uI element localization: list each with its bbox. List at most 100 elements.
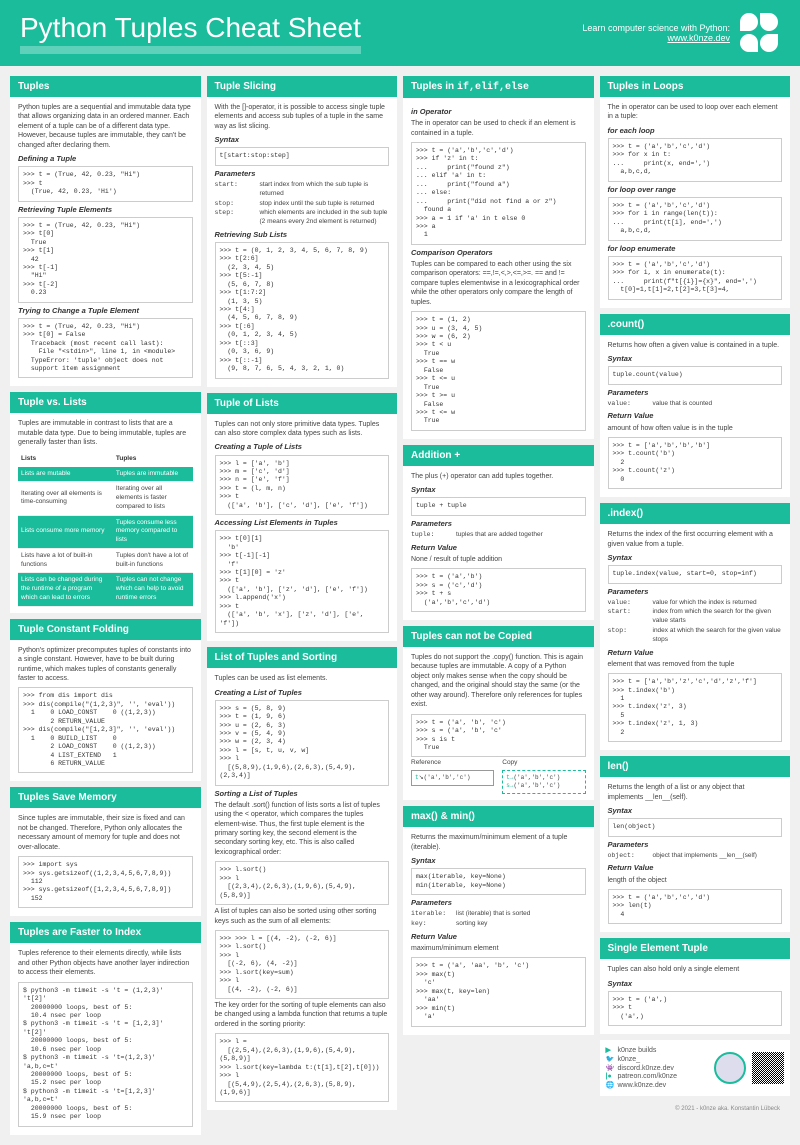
- code-block: >>> t = ('a','b','c','d') >>> if 'z' in …: [411, 142, 586, 245]
- content: Tuples Python tuples are a sequential an…: [0, 66, 800, 1145]
- card-if-elif-else: Tuples in if,elif,else in Operator The i…: [403, 76, 594, 439]
- desc: Returns the index of the first occurring…: [608, 530, 783, 549]
- desc: amount of how often value is in the tupl…: [608, 424, 783, 433]
- column-4: Tuples in Loops The in operator can be u…: [600, 76, 791, 1135]
- subtitle: Return Value: [608, 863, 783, 873]
- code-block: >>> l.sort() >>> l [(2,3,4),(2,6,3),(1,9…: [215, 861, 390, 905]
- card-single-element: Single Element Tuple Tuples can also hol…: [600, 938, 791, 1034]
- code-block: tuple.count(value): [608, 366, 783, 384]
- code-block: >>> t = (0, 1, 2, 3, 4, 5, 6, 7, 8, 9) >…: [215, 242, 390, 379]
- card-tuple-vs-lists: Tuple vs. Lists Tuples are immutable in …: [10, 392, 201, 612]
- subtitle: Parameters: [608, 388, 783, 398]
- site-link[interactable]: www.k0nze.dev: [667, 33, 730, 43]
- card-heading: Tuples are Faster to Index: [10, 922, 201, 943]
- code-block: len(object): [608, 818, 783, 836]
- desc: Tuples do not support the .copy() functi…: [411, 653, 586, 710]
- card-count: .count() Returns how often a given value…: [600, 314, 791, 498]
- code-block: >>> t = (True, 42, 0.23, "Hi") >>> t (Tr…: [18, 166, 193, 201]
- params: start:start index from which the sub tup…: [215, 181, 390, 227]
- card-heading: Tuples in Loops: [600, 76, 791, 97]
- desc: The in operator can be used to loop over…: [608, 103, 783, 122]
- card-tuple-of-lists: Tuple of Lists Tuples can not only store…: [207, 393, 398, 642]
- column-2: Tuple Slicing With the []-operator, it i…: [207, 76, 398, 1135]
- desc: A list of tuples can also be sorted usin…: [215, 907, 390, 926]
- desc: The key order for the sorting of tuple e…: [215, 1001, 390, 1029]
- subtitle: Retrieving Sub Lists: [215, 230, 390, 240]
- code-block: >>> t = ['a','b','z','c','d','z','f'] >>…: [608, 673, 783, 742]
- copyright: © 2021 - k0nze aka. Konstantin Lübeck: [600, 1106, 791, 1112]
- subtitle: Parameters: [411, 898, 586, 908]
- card-constant-folding: Tuple Constant Folding Python's optimize…: [10, 619, 201, 782]
- code-block: >>> from dis import dis >>> dis(compile(…: [18, 687, 193, 773]
- header: Python Tuples Cheat Sheet Learn computer…: [0, 0, 800, 66]
- card-heading: Tuple of Lists: [207, 393, 398, 414]
- card-heading: Tuples Save Memory: [10, 787, 201, 808]
- card-heading: Tuples in if,elif,else: [403, 76, 594, 98]
- qr-code-icon: [752, 1052, 784, 1084]
- subtitle: for loop enumerate: [608, 244, 783, 254]
- subtitle: Parameters: [608, 587, 783, 597]
- patreon-icon: |●: [606, 1073, 618, 1080]
- card-heading: .index(): [600, 503, 791, 524]
- subtitle: Syntax: [608, 806, 783, 816]
- ref-copy-diagram: Reference t↘('a','b','c') Copy t→('a','b…: [411, 759, 586, 794]
- desc: Returns the length of a list or any obje…: [608, 783, 783, 802]
- avatar-icon: [714, 1052, 746, 1084]
- footer-card: ▶k0nze builds 🐦k0nze_ 👾discord.k0nze.dev…: [600, 1040, 791, 1096]
- card-heading: Tuple Slicing: [207, 76, 398, 97]
- desc: Python tuples are a sequential and immut…: [18, 103, 193, 150]
- card-heading: len(): [600, 756, 791, 777]
- subtitle: Syntax: [608, 553, 783, 563]
- code-block: >>> t = ('a','b','c','d') >>> for x in t…: [608, 138, 783, 182]
- subtitle: Parameters: [411, 519, 586, 529]
- code-block: >>> >>> l = [(4, -2), (-2, 6)] >>> l.sor…: [215, 930, 390, 999]
- card-max-min: max() & min() Returns the maximum/minimu…: [403, 806, 594, 1034]
- code-block: t[start:stop:step]: [215, 147, 390, 165]
- subtitle: Return Value: [608, 648, 783, 658]
- subtitle: Parameters: [215, 169, 390, 179]
- comparison-table: ListsTuples Lists are mutableTuples are …: [18, 452, 193, 607]
- card-save-memory: Tuples Save Memory Since tuples are immu…: [10, 787, 201, 916]
- python-logo-icon: [740, 13, 780, 53]
- card-cannot-copy: Tuples can not be Copied Tuples do not s…: [403, 626, 594, 800]
- code-block: >>> t = (True, 42, 0.23, "Hi") >>> t[0] …: [18, 217, 193, 303]
- desc: Tuples can be used as list elements.: [215, 674, 390, 683]
- desc: The plus (+) operator can add tuples tog…: [411, 472, 586, 481]
- desc: Tuples can be compared to each other usi…: [411, 260, 586, 307]
- youtube-icon: ▶: [606, 1046, 618, 1054]
- card-tuple-slicing: Tuple Slicing With the []-operator, it i…: [207, 76, 398, 387]
- desc: None / result of tuple addition: [411, 555, 586, 564]
- code-block: >>> l = [(2,5,4),(2,6,3),(1,9,6),(5,4,9)…: [215, 1033, 390, 1102]
- subtitle: Sorting a List of Tuples: [215, 789, 390, 799]
- twitter-icon: 🐦: [606, 1055, 618, 1063]
- desc: Tuples are immutable in contrast to list…: [18, 419, 193, 447]
- code-block: >>> t = ('a', 'aa', 'b', 'c') >>> max(t)…: [411, 957, 586, 1026]
- subtitle: in Operator: [411, 107, 586, 117]
- subtitle: Retrieving Tuple Elements: [18, 205, 193, 215]
- desc: Returns the maximum/minimum element of a…: [411, 833, 586, 852]
- card-heading: .count(): [600, 314, 791, 335]
- card-heading: Tuples can not be Copied: [403, 626, 594, 647]
- subtitle: Creating a Tuple of Lists: [215, 442, 390, 452]
- desc: length of the object: [608, 876, 783, 885]
- code-block: >>> t = ('a','b','c','d') >>> for i, x i…: [608, 256, 783, 300]
- code-block: >>> t = ('a','b','c','d') >>> for i in r…: [608, 197, 783, 241]
- subtitle: Accessing List Elements in Tuples: [215, 518, 390, 528]
- subtitle: Defining a Tuple: [18, 154, 193, 164]
- code-block: >>> t = (1, 2) >>> u = (3, 4, 5) >>> w =…: [411, 311, 586, 431]
- subtitle: Comparison Operators: [411, 248, 586, 258]
- subtitle: Parameters: [608, 840, 783, 850]
- desc: Tuples can also hold only a single eleme…: [608, 965, 783, 974]
- code-block: >>> t = ['a','b','b','b'] >>> t.count('b…: [608, 437, 783, 489]
- desc: Tuples reference to their elements direc…: [18, 949, 193, 977]
- desc: maximum/minimum element: [411, 944, 586, 953]
- desc: With the []-operator, it is possible to …: [215, 103, 390, 131]
- desc: Returns how often a given value is conta…: [608, 341, 783, 350]
- card-tuples-loops: Tuples in Loops The in operator can be u…: [600, 76, 791, 308]
- subtitle: Syntax: [608, 354, 783, 364]
- tagline: Learn computer science with Python:: [582, 23, 730, 33]
- social-links: ▶k0nze builds 🐦k0nze_ 👾discord.k0nze.dev…: [606, 1046, 709, 1090]
- card-faster-index: Tuples are Faster to Index Tuples refere…: [10, 922, 201, 1134]
- page-title: Python Tuples Cheat Sheet: [20, 12, 361, 54]
- card-addition: Addition + The plus (+) operator can add…: [403, 445, 594, 620]
